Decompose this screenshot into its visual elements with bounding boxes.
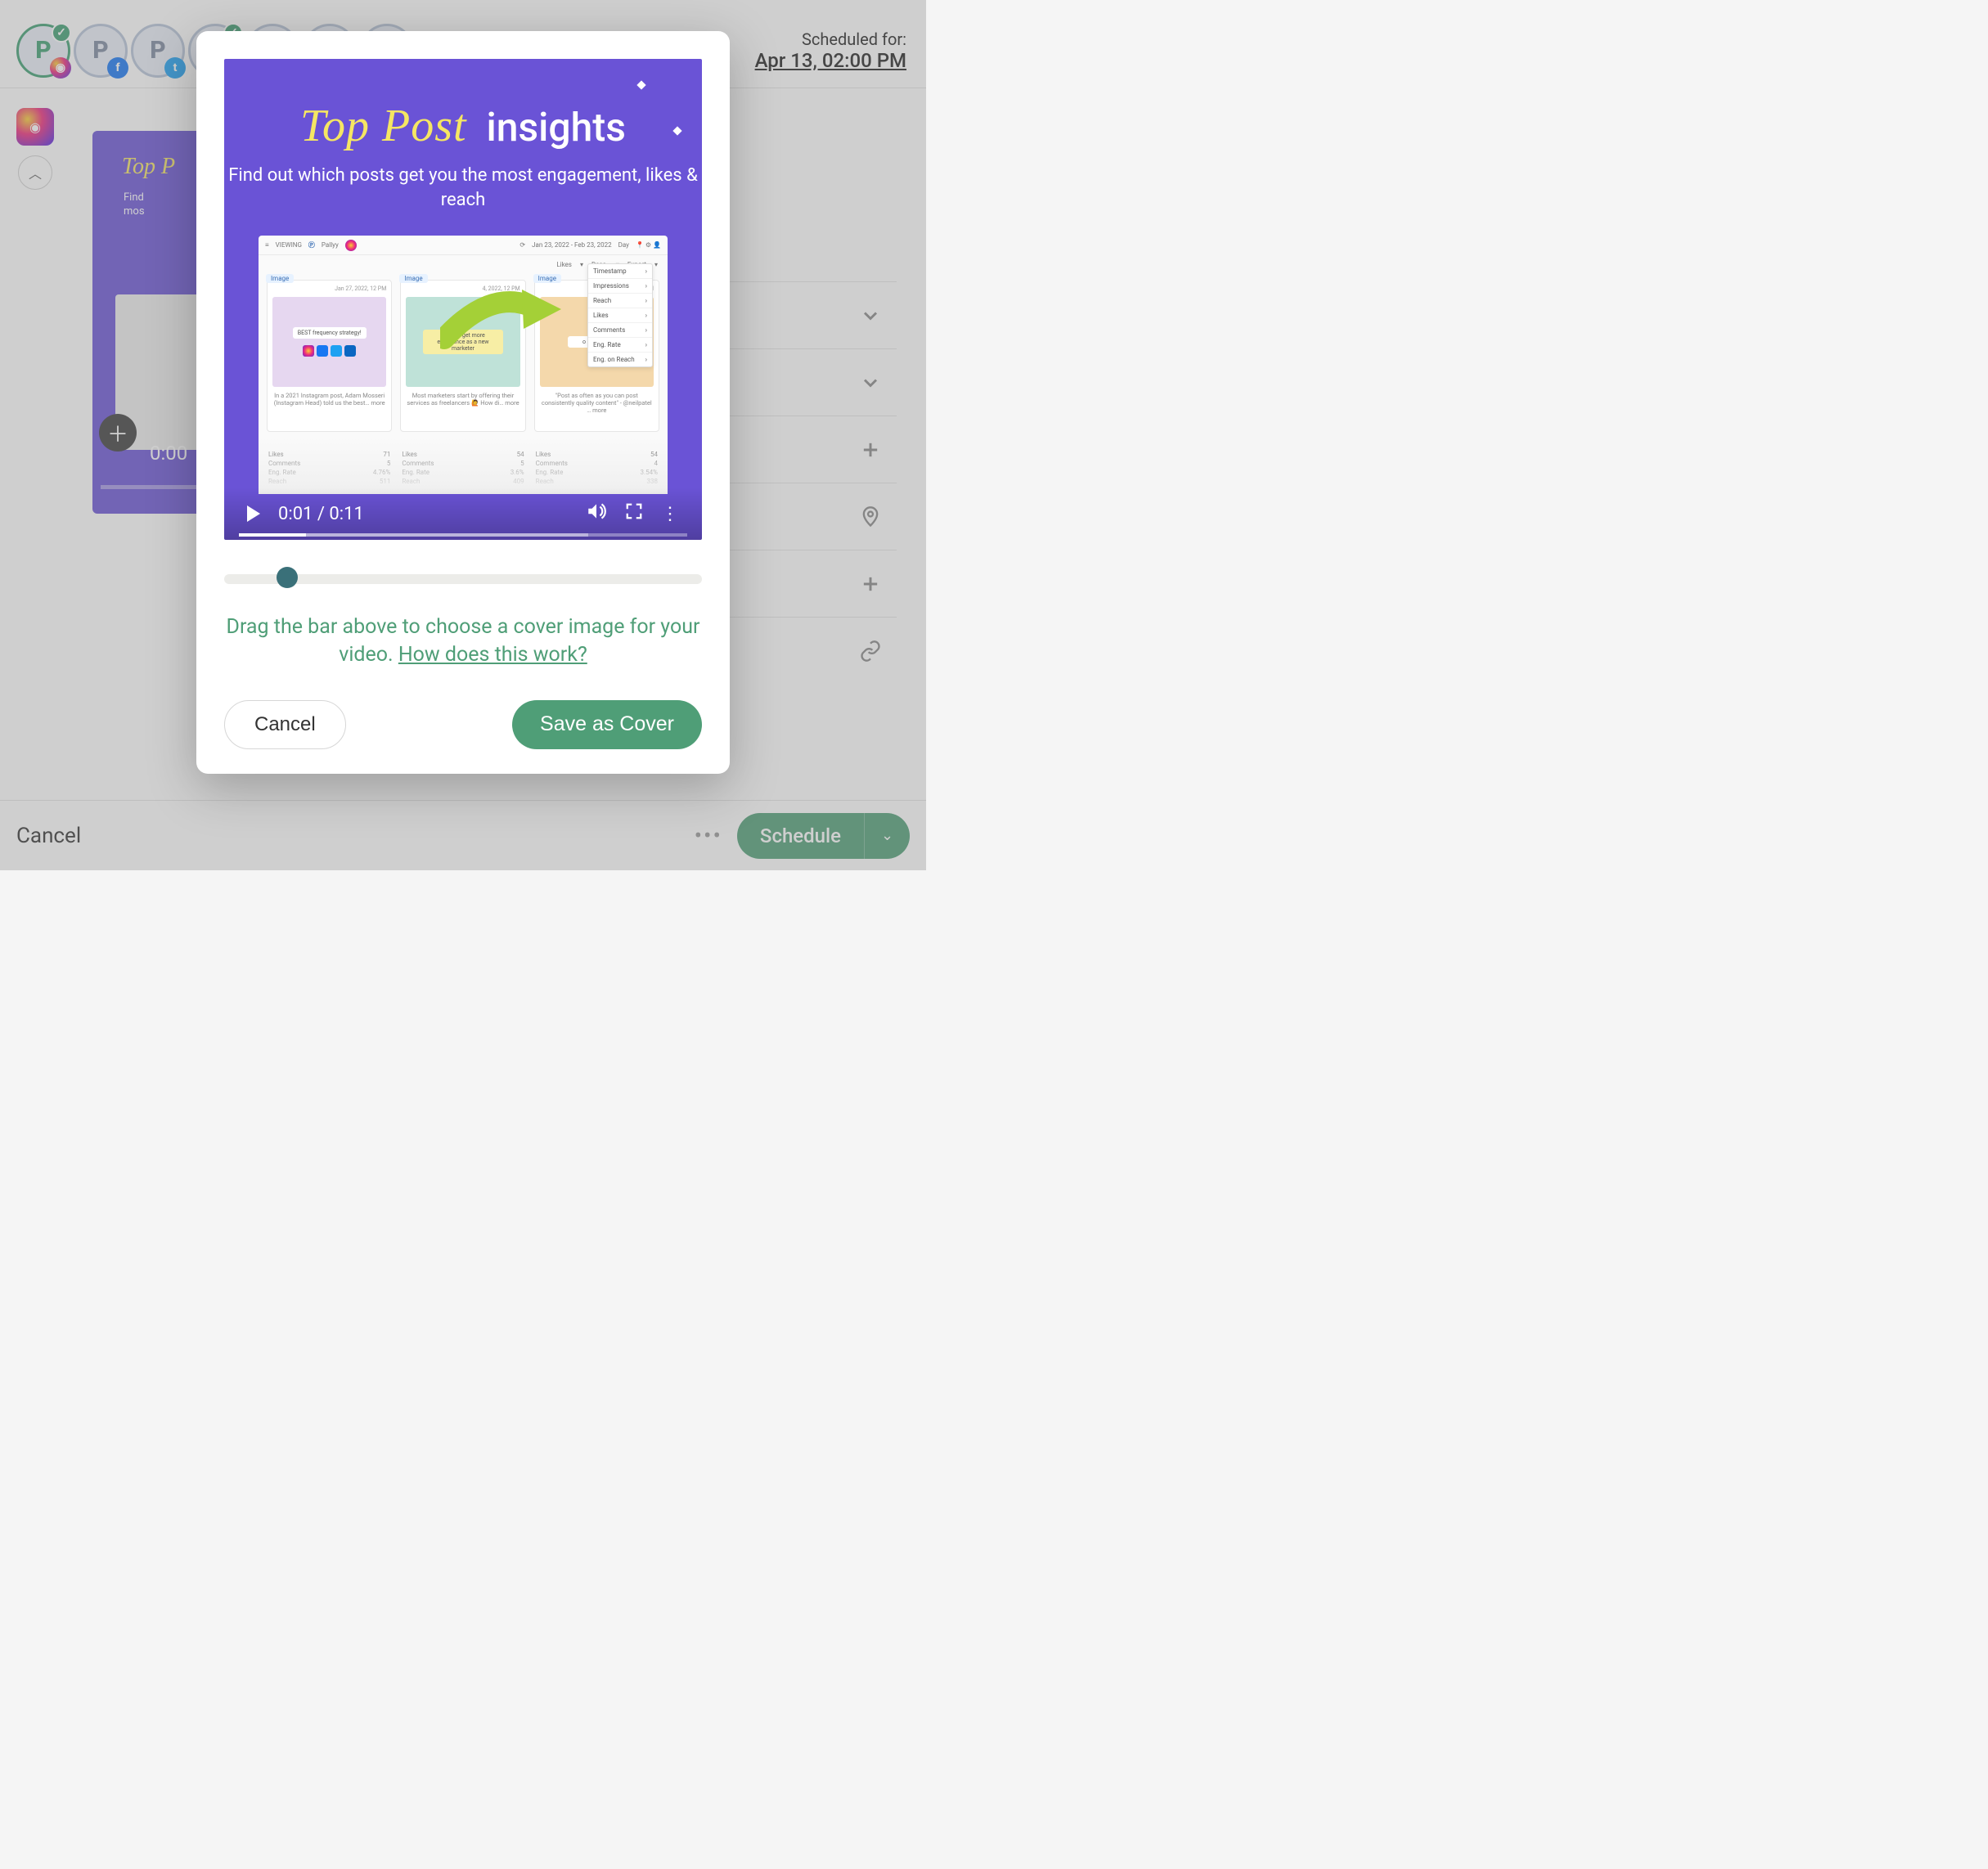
video-progress[interactable] — [239, 533, 687, 537]
volume-button[interactable] — [586, 501, 607, 527]
dash-header: ≡ VIEWING Ⓟ Pallyy ⟳ Jan 23, 2022 - Feb … — [259, 236, 668, 255]
modal-overlay[interactable]: Top Post insights Find out which posts g… — [0, 0, 926, 870]
more-button[interactable]: ⋮ — [661, 504, 679, 524]
how-does-this-work-link[interactable]: How does this work? — [398, 643, 587, 667]
fullscreen-button[interactable] — [625, 502, 643, 525]
save-as-cover-button[interactable]: Save as Cover — [512, 700, 702, 749]
video-controls: 0:01 / 0:11 ⋮ — [224, 487, 702, 540]
cancel-button[interactable]: Cancel — [224, 700, 346, 749]
slider-thumb[interactable] — [277, 567, 298, 588]
dash-card: Image Jan 27, 2022, 12 PM BEST frequency… — [267, 280, 392, 432]
video-preview[interactable]: Top Post insights Find out which posts g… — [224, 59, 702, 540]
play-button[interactable] — [247, 505, 260, 522]
video-time: 0:01 / 0:11 — [278, 504, 364, 524]
cover-picker-modal: Top Post insights Find out which posts g… — [196, 31, 730, 774]
modal-actions: Cancel Save as Cover — [224, 700, 702, 749]
dash-stats: Likes71Comments5Eng. Rate4.76%Reach511 L… — [267, 450, 659, 486]
sort-dropdown: Timestamp›Impressions›Reach›Likes›Commen… — [587, 263, 653, 367]
video-title: Top Post insights — [224, 100, 702, 152]
instruction-text: Drag the bar above to choose a cover ima… — [224, 613, 702, 669]
video-subtitle: Find out which posts get you the most en… — [224, 164, 702, 212]
dash-card: Image 4, 2022, 12 PM ways to get more ex… — [400, 280, 525, 432]
cover-frame-slider[interactable] — [224, 569, 702, 586]
